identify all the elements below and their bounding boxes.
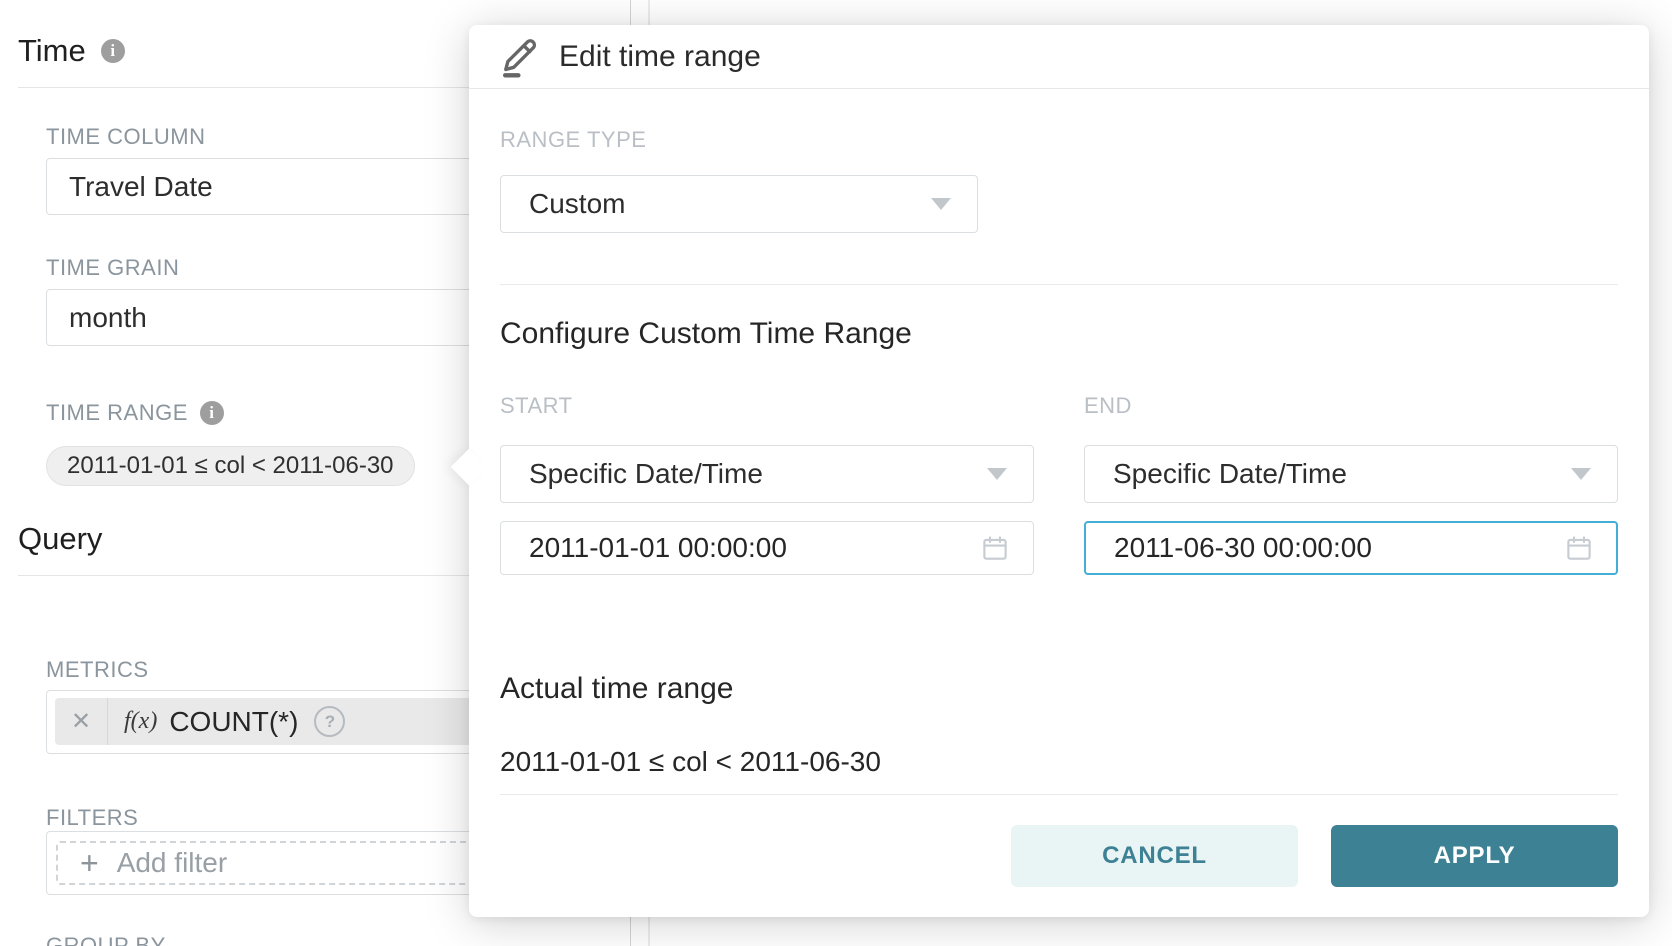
time-section-title: Time bbox=[18, 33, 86, 69]
remove-metric-icon[interactable]: ✕ bbox=[55, 707, 107, 736]
metric-name: COUNT(*) bbox=[169, 706, 298, 738]
time-range-label: TIME RANGE i bbox=[46, 400, 224, 426]
explore-screen: Time i TIME COLUMN Travel Date TIME GRAI… bbox=[0, 0, 1672, 946]
end-date-input[interactable] bbox=[1084, 521, 1618, 575]
chevron-down-icon bbox=[1571, 468, 1591, 480]
start-date-field bbox=[500, 521, 1034, 575]
fx-icon: f(x) bbox=[124, 708, 157, 735]
calendar-icon[interactable] bbox=[1564, 533, 1594, 563]
start-mode-select[interactable]: Specific Date/Time bbox=[500, 445, 1034, 503]
add-filter-placeholder: Add filter bbox=[117, 847, 228, 879]
plus-icon: + bbox=[80, 847, 99, 879]
group-by-label: GROUP BY bbox=[46, 933, 166, 946]
actual-time-range-heading: Actual time range bbox=[500, 672, 1618, 706]
start-label: START bbox=[500, 393, 1034, 419]
end-date-field bbox=[1084, 521, 1618, 575]
start-end-columns: START Specific Date/Time bbox=[500, 351, 1618, 575]
metrics-label: METRICS bbox=[46, 657, 149, 683]
question-circle-icon[interactable]: ? bbox=[314, 706, 345, 737]
popover-header: Edit time range bbox=[469, 25, 1649, 89]
info-icon[interactable]: i bbox=[200, 401, 224, 425]
start-column: START Specific Date/Time bbox=[500, 351, 1034, 575]
end-column: END Specific Date/Time bbox=[1084, 351, 1618, 575]
chevron-down-icon bbox=[987, 468, 1007, 480]
range-type-select[interactable]: Custom bbox=[500, 175, 978, 233]
chip-separator bbox=[107, 698, 108, 745]
cancel-button[interactable]: CANCEL bbox=[1011, 825, 1298, 887]
edit-time-range-popover: Edit time range RANGE TYPE Custom Config… bbox=[469, 25, 1649, 917]
popover-body: RANGE TYPE Custom Configure Custom Time … bbox=[469, 127, 1649, 912]
info-icon[interactable]: i bbox=[101, 39, 125, 63]
query-section-title: Query bbox=[18, 521, 102, 557]
time-range-pill[interactable]: 2011-01-01 ≤ col < 2011-06-30 bbox=[46, 446, 415, 486]
popover-footer: CANCEL APPLY bbox=[500, 825, 1618, 887]
filters-label: FILTERS bbox=[46, 805, 138, 831]
chevron-down-icon bbox=[931, 198, 951, 210]
start-date-input[interactable] bbox=[500, 521, 1034, 575]
popover-title: Edit time range bbox=[559, 40, 761, 74]
apply-button[interactable]: APPLY bbox=[1331, 825, 1618, 887]
end-label: END bbox=[1084, 393, 1618, 419]
time-column-label: TIME COLUMN bbox=[46, 124, 206, 150]
end-mode-select[interactable]: Specific Date/Time bbox=[1084, 445, 1618, 503]
edit-pencil-icon bbox=[499, 36, 539, 78]
time-grain-label: TIME GRAIN bbox=[46, 255, 179, 281]
query-section-header: Query bbox=[18, 521, 102, 557]
configure-heading: Configure Custom Time Range bbox=[500, 317, 1618, 351]
range-type-label: RANGE TYPE bbox=[500, 127, 1618, 153]
popover-divider bbox=[500, 794, 1618, 795]
actual-time-range-value: 2011-01-01 ≤ col < 2011-06-30 bbox=[500, 746, 1618, 778]
popover-divider bbox=[500, 284, 1618, 285]
calendar-icon[interactable] bbox=[980, 533, 1010, 563]
time-section-header: Time i bbox=[18, 33, 125, 69]
